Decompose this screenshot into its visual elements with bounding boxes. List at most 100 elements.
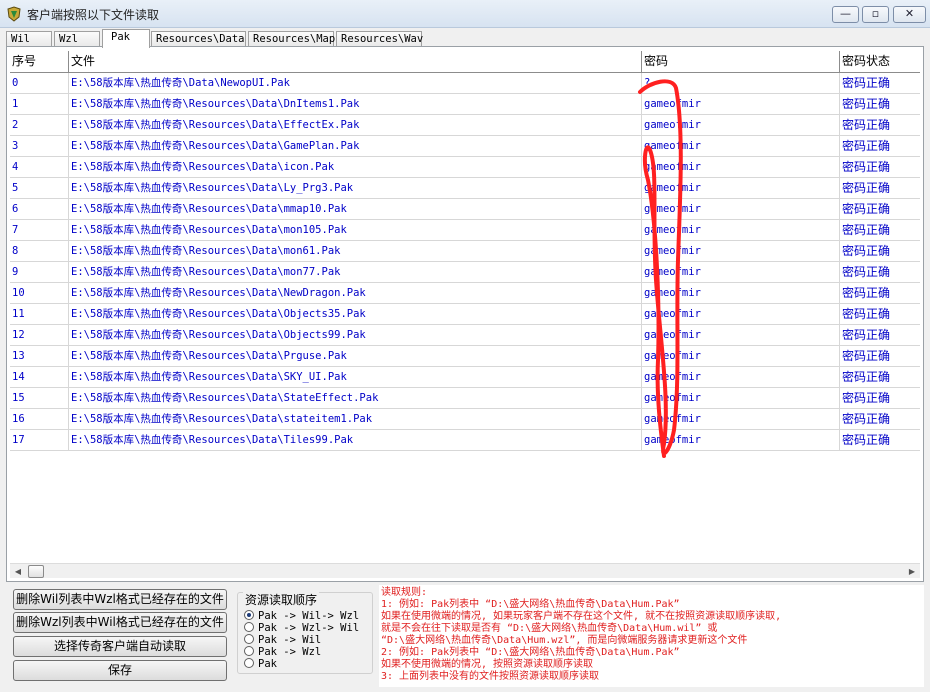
row-password-status: 密码正确 — [842, 202, 891, 216]
table-row[interactable]: 8 E:\58版本库\热血传奇\Resources\Data\mon61.Pak g… — [10, 241, 920, 262]
row-password: gameofmir — [642, 241, 840, 261]
radio-pak[interactable]: Pak — [244, 658, 277, 670]
row-password-status: 密码正确 — [842, 307, 891, 321]
column-header-password-status[interactable]: 密码状态 — [840, 51, 920, 72]
column-header-password[interactable]: 密码 — [642, 51, 840, 72]
table-row[interactable]: 0 E:\58版本库\热血传奇\Data\NewopUI.Pak? 密码正确 — [10, 73, 920, 94]
tab-resources-wav[interactable]: Resources\Wav — [336, 31, 423, 47]
table-row[interactable]: 15 E:\58版本库\热血传奇\Resources\Data\StateEffe… — [10, 388, 920, 409]
row-password: gameofmir — [642, 430, 840, 450]
row-password-status: 密码正确 — [842, 97, 891, 111]
table-row[interactable]: 1 E:\58版本库\热血传奇\Resources\Data\DnItems1.P… — [10, 94, 920, 115]
radio-pak-wil[interactable]: Pak -> Wil — [244, 634, 321, 646]
row-index: 9 — [10, 262, 69, 282]
rule-line: 如果不使用微端的情况, 按照资源读取顺序读取 — [381, 659, 594, 670]
radio-pak-wzl-wil[interactable]: Pak -> Wzl-> Wil — [244, 622, 359, 634]
row-file-path: E:\58版本库\热血传奇\Resources\Data\Tiles99.Pak — [69, 430, 642, 450]
table-row[interactable]: 14 E:\58版本库\热血传奇\Resources\Data\SKY_UI.Pa… — [10, 367, 920, 388]
row-password: gameofmir — [642, 325, 840, 345]
row-index: 16 — [10, 409, 69, 429]
table-row[interactable]: 13 E:\58版本库\热血传奇\Resources\Data\Prguse.Pa… — [10, 346, 920, 367]
table-row[interactable]: 2 E:\58版本库\热血传奇\Resources\Data\EffectEx.P… — [10, 115, 920, 136]
row-password: gameofmir — [642, 409, 840, 429]
row-password-status: 密码正确 — [842, 139, 891, 153]
table-row[interactable]: 17 E:\58版本库\热血传奇\Resources\Data\Tiles99.P… — [10, 430, 920, 451]
tab-resources-map[interactable]: Resources\Map — [248, 31, 335, 47]
maximize-button[interactable]: ▫ — [862, 6, 889, 23]
row-password: gameofmir — [642, 388, 840, 408]
scroll-thumb[interactable] — [28, 565, 44, 578]
scroll-right-icon[interactable]: ▶ — [905, 565, 919, 578]
row-password: gameofmir — [642, 304, 840, 324]
row-index: 11 — [10, 304, 69, 324]
row-file-path: E:\58版本库\热血传奇\Resources\Data\Ly_Prg3.Pak — [69, 178, 642, 198]
row-password-status: 密码正确 — [842, 244, 891, 258]
row-index: 0 — [10, 73, 69, 93]
tab-pak[interactable]: Pak — [102, 29, 150, 48]
rules-heading: 读取规则: — [381, 587, 428, 598]
column-header-file[interactable]: 文件 — [69, 51, 642, 72]
save-button[interactable]: 保存 — [13, 660, 227, 681]
auto-read-client-button[interactable]: 选择传奇客户端自动读取 — [13, 636, 227, 657]
radio-checked-icon[interactable] — [244, 610, 254, 620]
file-grid[interactable]: 序号 文件 密码 密码状态 0 E:\58版本库\热血传奇\Data\NewopU… — [10, 51, 920, 563]
radio-unchecked-icon[interactable] — [244, 634, 254, 644]
row-password-status: 密码正确 — [842, 391, 891, 405]
row-index: 8 — [10, 241, 69, 261]
table-row[interactable]: 3 E:\58版本库\热血传奇\Resources\Data\GamePlan.P… — [10, 136, 920, 157]
table-row[interactable]: 4 E:\58版本库\热血传奇\Resources\Data\icon.Pak ga… — [10, 157, 920, 178]
scroll-left-icon[interactable]: ◀ — [11, 565, 25, 578]
row-password-status: 密码正确 — [842, 118, 891, 132]
delete-wil-duplicates-button[interactable]: 删除Wil列表中Wzl格式已经存在的文件 — [13, 589, 227, 610]
rule-line: “D:\盛大网络\热血传奇\Data\Hum.wzl”, 而是向微端服务器请求更… — [381, 635, 748, 646]
row-password: ? — [642, 73, 840, 93]
minimize-button[interactable]: — — [832, 6, 859, 23]
radio-pak-wil-wzl[interactable]: Pak -> Wil-> Wzl — [244, 610, 359, 622]
table-row[interactable]: 6 E:\58版本库\热血传奇\Resources\Data\mmap10.Pak… — [10, 199, 920, 220]
minimize-icon: — — [840, 7, 851, 20]
table-row[interactable]: 12 E:\58版本库\热血传奇\Resources\Data\Objects99… — [10, 325, 920, 346]
row-file-path: E:\58版本库\热血传奇\Resources\Data\GamePlan.Pa… — [69, 136, 642, 156]
row-index: 14 — [10, 367, 69, 387]
read-rules-box: 读取规则: 1: 例如: Pak列表中 “D:\盛大网络\热血传奇\Data\H… — [379, 585, 924, 687]
radio-unchecked-icon[interactable] — [244, 646, 254, 656]
row-file-path: E:\58版本库\热血传奇\Resources\Data\stateitem1.… — [69, 409, 642, 429]
row-file-path: E:\58版本库\热血传奇\Resources\Data\icon.Pak — [69, 157, 642, 177]
row-index: 4 — [10, 157, 69, 177]
radio-pak-wzl[interactable]: Pak -> Wzl — [244, 646, 321, 658]
row-file-path: E:\58版本库\热血传奇\Resources\Data\Prguse.Pak — [69, 346, 642, 366]
row-file-path: E:\58版本库\热血传奇\Resources\Data\EffectEx.Pa… — [69, 115, 642, 135]
close-button[interactable]: ✕ — [893, 6, 926, 23]
tab-wil[interactable]: Wil — [6, 31, 52, 47]
row-index: 2 — [10, 115, 69, 135]
column-header-index[interactable]: 序号 — [10, 51, 69, 72]
row-password: gameofmir — [642, 178, 840, 198]
table-row[interactable]: 11 E:\58版本库\热血传奇\Resources\Data\Objects35… — [10, 304, 920, 325]
row-password-status: 密码正确 — [842, 160, 891, 174]
radio-unchecked-icon[interactable] — [244, 658, 254, 668]
row-password: gameofmir — [642, 220, 840, 240]
row-index: 17 — [10, 430, 69, 450]
grid-header: 序号 文件 密码 密码状态 — [10, 51, 920, 73]
table-row[interactable]: 10 E:\58版本库\热血传奇\Resources\Data\NewDragon… — [10, 283, 920, 304]
rule-line: 1: 例如: Pak列表中 “D:\盛大网络\热血传奇\Data\Hum.Pak… — [381, 599, 680, 610]
row-password-status: 密码正确 — [842, 286, 891, 300]
window-title: 客户端按照以下文件读取 — [27, 8, 160, 22]
row-file-path: E:\58版本库\热血传奇\Resources\Data\mon61.Pak — [69, 241, 642, 261]
row-file-path: E:\58版本库\热血传奇\Resources\Data\NewDragon.P… — [69, 283, 642, 303]
horizontal-scrollbar[interactable]: ◀ ▶ — [10, 563, 920, 578]
tab-wzl[interactable]: Wzl — [54, 31, 100, 47]
close-icon: ✕ — [904, 7, 915, 20]
row-file-path: E:\58版本库\热血传奇\Resources\Data\mon77.Pak — [69, 262, 642, 282]
row-index: 6 — [10, 199, 69, 219]
row-password: gameofmir — [642, 157, 840, 177]
table-row[interactable]: 16 E:\58版本库\热血传奇\Resources\Data\stateitem… — [10, 409, 920, 430]
table-row[interactable]: 9 E:\58版本库\热血传奇\Resources\Data\mon77.Pak g… — [10, 262, 920, 283]
table-row[interactable]: 5 E:\58版本库\热血传奇\Resources\Data\Ly_Prg3.Pa… — [10, 178, 920, 199]
row-file-path: E:\58版本库\热血传奇\Resources\Data\mmap10.Pak — [69, 199, 642, 219]
table-row[interactable]: 7 E:\58版本库\热血传奇\Resources\Data\mon105.Pak… — [10, 220, 920, 241]
tab-resources-data[interactable]: Resources\Data — [151, 31, 246, 47]
delete-wzl-duplicates-button[interactable]: 删除Wzl列表中Wil格式已经存在的文件 — [13, 612, 227, 633]
radio-unchecked-icon[interactable] — [244, 622, 254, 632]
row-file-path: E:\58版本库\热血传奇\Data\NewopUI.Pak — [69, 73, 642, 93]
